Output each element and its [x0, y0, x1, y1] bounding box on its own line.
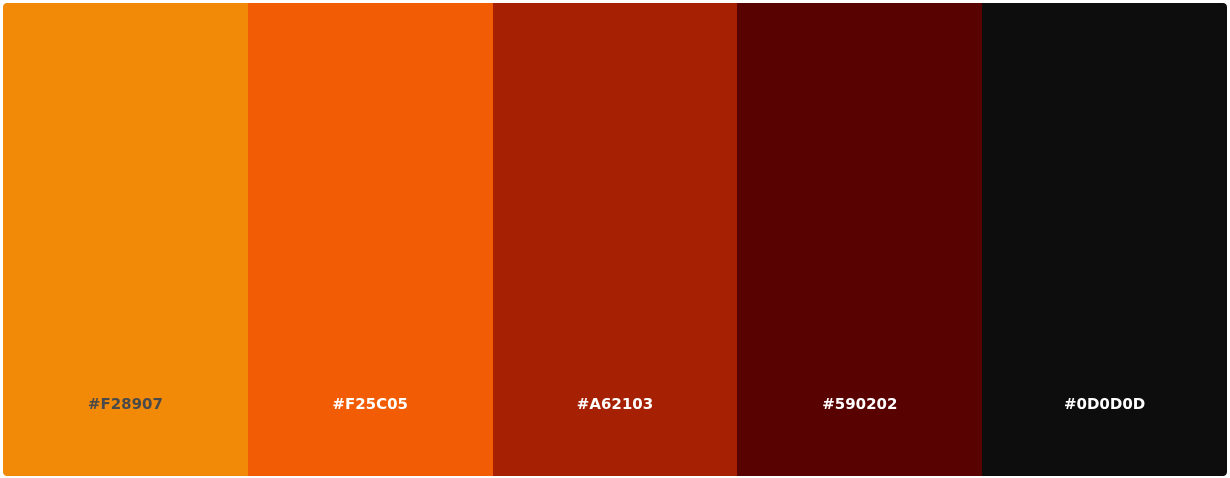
- color-swatch-3[interactable]: #A62103: [492, 3, 738, 476]
- hex-code-label[interactable]: #A62103: [493, 395, 738, 413]
- hex-code-label[interactable]: #590202: [737, 395, 982, 413]
- color-swatch-5[interactable]: #0D0D0D: [982, 3, 1227, 476]
- color-swatch-2[interactable]: #F25C05: [247, 3, 493, 476]
- hex-code-label[interactable]: #F25C05: [248, 395, 493, 413]
- hex-code-label[interactable]: #0D0D0D: [982, 395, 1227, 413]
- color-swatch-1[interactable]: #F28907: [3, 3, 248, 476]
- hex-code-label[interactable]: #F28907: [3, 395, 248, 413]
- color-palette: #F28907 #F25C05 #A62103 #590202 #0D0D0D: [3, 3, 1227, 476]
- color-swatch-4[interactable]: #590202: [737, 3, 983, 476]
